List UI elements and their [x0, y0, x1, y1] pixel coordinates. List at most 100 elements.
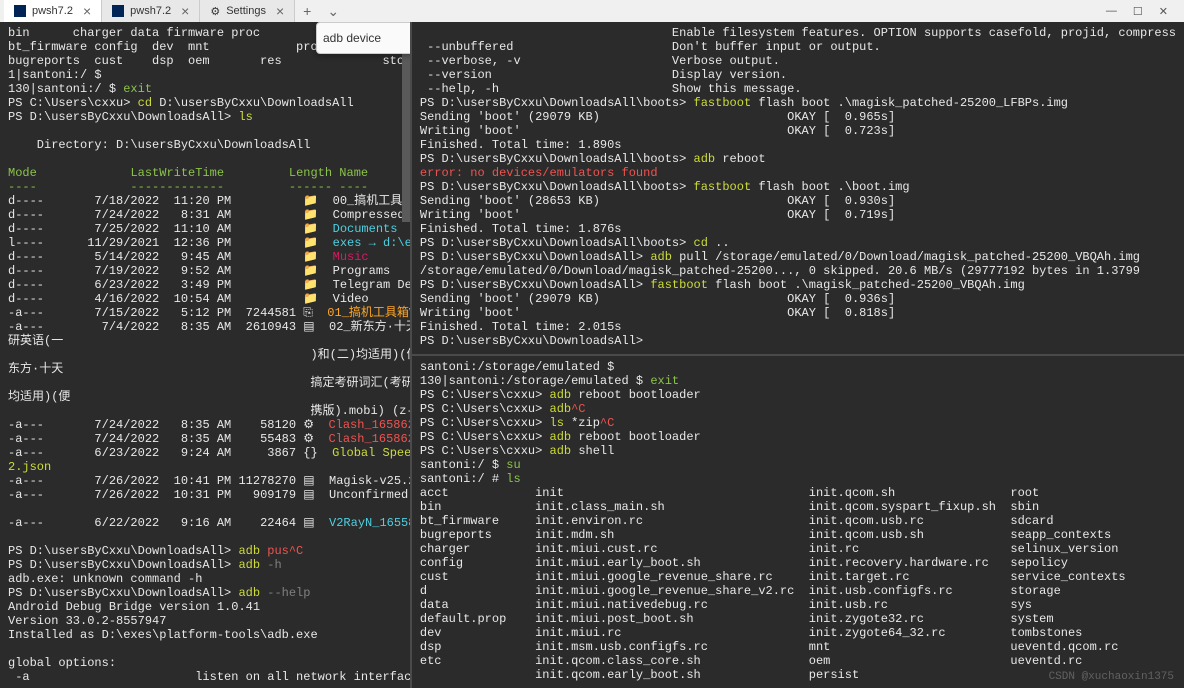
close-icon[interactable]: ×: [276, 3, 284, 19]
table-divider: ---- ------------- ------ ----: [8, 180, 402, 194]
prompt-line: PS D:\usersByCxxu\DownloadsAll\boots> fa…: [420, 180, 1176, 194]
prompt-line: santoni:/ # ls: [420, 472, 1176, 486]
close-button[interactable]: ✕: [1159, 5, 1168, 18]
output-line: 搞定考研词汇(考研英语(一)和(二): [8, 376, 402, 390]
prompt-line: 130|santoni:/ $ exit: [8, 82, 402, 96]
search-box: ↑ ↓ Aa ✕: [316, 22, 410, 54]
output-line: adb.exe: unknown command -h: [8, 572, 402, 586]
table-row: -a--- 7/26/2022 10:31 PM 909179 ▤ Unconf…: [8, 488, 402, 502]
list-item: dsp init.msm.usb.configfs.rc mnt ueventd…: [420, 640, 1176, 654]
output-line: /storage/emulated/0/Download/magisk_patc…: [420, 264, 1176, 278]
prompt-line: PS C:\Users\cxxu> adb reboot bootloader: [420, 430, 1176, 444]
list-item: dev init.miui.rc init.zygote64_32.rc tom…: [420, 626, 1176, 640]
output-line: --verbose, -v Verbose output.: [420, 54, 1176, 68]
prompt-line: PS D:\usersByCxxu\DownloadsAll> fastboot…: [420, 278, 1176, 292]
prompt-line: PS D:\usersByCxxu\DownloadsAll\boots> cd…: [420, 236, 1176, 250]
table-row: d---- 7/24/2022 8:31 AM 📁 Compressed: [8, 208, 402, 222]
list-item: data init.miui.nativedebug.rc init.usb.r…: [420, 598, 1176, 612]
output-line: 东方·十天: [8, 362, 402, 376]
output-line: --unbuffered Don't buffer input or outpu…: [420, 40, 1176, 54]
output-line: 2.json: [8, 460, 402, 474]
prompt-line: PS D:\usersByCxxu\DownloadsAll> adb -h: [8, 558, 402, 572]
watermark: CSDN @xuchaoxin1375: [1049, 670, 1174, 684]
table-row: d---- 6/23/2022 3:49 PM 📁 Telegram Deskt…: [8, 278, 402, 292]
prompt-line: PS D:\usersByCxxu\DownloadsAll>: [420, 334, 1176, 348]
prompt-line: PS C:\Users\cxxu> ls *zip^C: [420, 416, 1176, 430]
tab-label: pwsh7.2: [32, 5, 73, 17]
output-line: Enable filesystem features. OPTION suppo…: [420, 26, 1176, 40]
table-row: d---- 5/14/2022 9:45 AM 📁 Music: [8, 250, 402, 264]
list-item: acct init init.qcom.sh root: [420, 486, 1176, 500]
list-item: d init.miui.google_revenue_share_v2.rc i…: [420, 584, 1176, 598]
search-input[interactable]: [323, 31, 410, 45]
list-item: bt_firmware init.environ.rc init.qcom.us…: [420, 514, 1176, 528]
output-line: 携版).mobi) (z-lib.org).mobi: [8, 404, 402, 418]
minimize-button[interactable]: —: [1106, 5, 1117, 18]
list-item: etc init.qcom.class_core.sh oem ueventd.…: [420, 654, 1176, 668]
close-icon[interactable]: ×: [181, 3, 189, 19]
table-row: -a--- 7/24/2022 8:35 AM 55483 ⚙ Clash_16…: [8, 432, 402, 446]
output-line: )和(二)均适用)(便携版).mobi ( 新: [8, 348, 402, 362]
prompt-line: PS D:\usersByCxxu\DownloadsAll\boots> fa…: [420, 96, 1176, 110]
tab-menu-button[interactable]: ⌄: [319, 3, 347, 20]
table-row: l---- 11/29/2021 12:36 PM 📁 exes → d:\ex…: [8, 236, 402, 250]
prompt-line: PS C:\Users\cxxu> adb shell: [420, 444, 1176, 458]
table-row: d---- 7/25/2022 11:10 AM 📁 Documents: [8, 222, 402, 236]
close-icon[interactable]: ×: [83, 3, 91, 19]
terminal-panes: ↑ ↓ Aa ✕ bin charger data firmware proc …: [0, 22, 1184, 688]
output-line: [8, 530, 402, 544]
table-row: -a--- 6/23/2022 9:24 AM 3867 {} Global S…: [8, 446, 402, 460]
terminal-pane-right-top[interactable]: Enable filesystem features. OPTION suppo…: [412, 22, 1184, 354]
table-row: d---- 7/18/2022 11:20 PM 📁 00_搞机工具箱V9.01: [8, 194, 402, 208]
output-line: Writing 'boot' OKAY [ 0.723s]: [420, 124, 1176, 138]
terminal-pane-left[interactable]: ↑ ↓ Aa ✕ bin charger data firmware proc …: [0, 22, 410, 688]
terminal-right-split: Enable filesystem features. OPTION suppo…: [410, 22, 1184, 688]
output-line: 1|santoni:/ $: [8, 68, 402, 82]
output-line: Installed as D:\exes\platform-tools\adb.…: [8, 628, 402, 642]
output-line: --version Display version.: [420, 68, 1176, 82]
maximize-button[interactable]: ☐: [1133, 5, 1143, 18]
prompt-line: PS C:\Users\cxxu> adb reboot bootloader: [420, 388, 1176, 402]
prompt-line: PS D:\usersByCxxu\DownloadsAll> adb pus^…: [8, 544, 402, 558]
table-header: Mode LastWriteTime Length Name: [8, 166, 402, 180]
prompt-line: santoni:/ $ su: [420, 458, 1176, 472]
tab-label: pwsh7.2: [130, 5, 171, 17]
terminal-pane-right-bottom[interactable]: santoni:/storage/emulated $ 130|santoni:…: [412, 354, 1184, 688]
table-row: -a--- 6/22/2022 9:16 AM 22464 ▤ V2RayN_1…: [8, 516, 402, 530]
list-item: charger init.miui.cust.rc init.rc selinu…: [420, 542, 1176, 556]
output-line: Sending 'boot' (29079 KB) OKAY [ 0.965s]: [420, 110, 1176, 124]
powershell-icon: [112, 5, 124, 17]
titlebar: pwsh7.2 × pwsh7.2 × ⚙ Settings × + ⌄ — ☐…: [0, 0, 1184, 22]
output-line: bugreports cust dsp oem res storage vend…: [8, 54, 402, 68]
prompt-line: PS D:\usersByCxxu\DownloadsAll> ls: [8, 110, 402, 124]
window-controls: — ☐ ✕: [1106, 5, 1180, 18]
new-tab-button[interactable]: +: [295, 3, 319, 19]
list-item: default.prop init.miui.post_boot.sh init…: [420, 612, 1176, 626]
table-row: d---- 7/19/2022 9:52 AM 📁 Programs: [8, 264, 402, 278]
output-line: Android Debug Bridge version 1.0.41: [8, 600, 402, 614]
prompt-line: PS C:\Users\cxxu> adb^C: [420, 402, 1176, 416]
output-line: Sending 'boot' (29079 KB) OKAY [ 0.936s]: [420, 292, 1176, 306]
prompt-line: PS C:\Users\cxxu> cd D:\usersByCxxu\Down…: [8, 96, 402, 110]
output-line: [8, 124, 402, 138]
list-item: bugreports init.mdm.sh init.qcom.usb.sh …: [420, 528, 1176, 542]
tab-pwsh-1[interactable]: pwsh7.2 ×: [4, 0, 102, 22]
output-line: Writing 'boot' OKAY [ 0.818s]: [420, 306, 1176, 320]
list-item: config init.miui.early_boot.sh init.reco…: [420, 556, 1176, 570]
tab-pwsh-2[interactable]: pwsh7.2 ×: [102, 0, 200, 22]
output-line: [8, 152, 402, 166]
list-item: cust init.miui.google_revenue_share.rc i…: [420, 570, 1176, 584]
prompt-line: PS D:\usersByCxxu\DownloadsAll\boots> ad…: [420, 152, 1176, 166]
output-line: Directory: D:\usersByCxxu\DownloadsAll: [8, 138, 402, 152]
output-line: 研英语(一: [8, 334, 402, 348]
output-line: Finished. Total time: 1.890s: [420, 138, 1176, 152]
output-line: santoni:/storage/emulated $: [420, 360, 1176, 374]
list-item: bin init.class_main.sh init.qcom.syspart…: [420, 500, 1176, 514]
prompt-line: 130|santoni:/storage/emulated $ exit: [420, 374, 1176, 388]
table-row: -a--- 7/4/2022 8:35 AM 2610943 ▤ 02_新东方·…: [8, 320, 402, 334]
output-line: error: no devices/emulators found: [420, 166, 1176, 180]
tab-settings[interactable]: ⚙ Settings ×: [200, 0, 295, 22]
output-line: Finished. Total time: 2.015s: [420, 320, 1176, 334]
output-line: global options:: [8, 656, 402, 670]
table-row: -a--- 7/15/2022 5:12 PM 7244581 ⎘ 01_搞机工…: [8, 306, 402, 320]
